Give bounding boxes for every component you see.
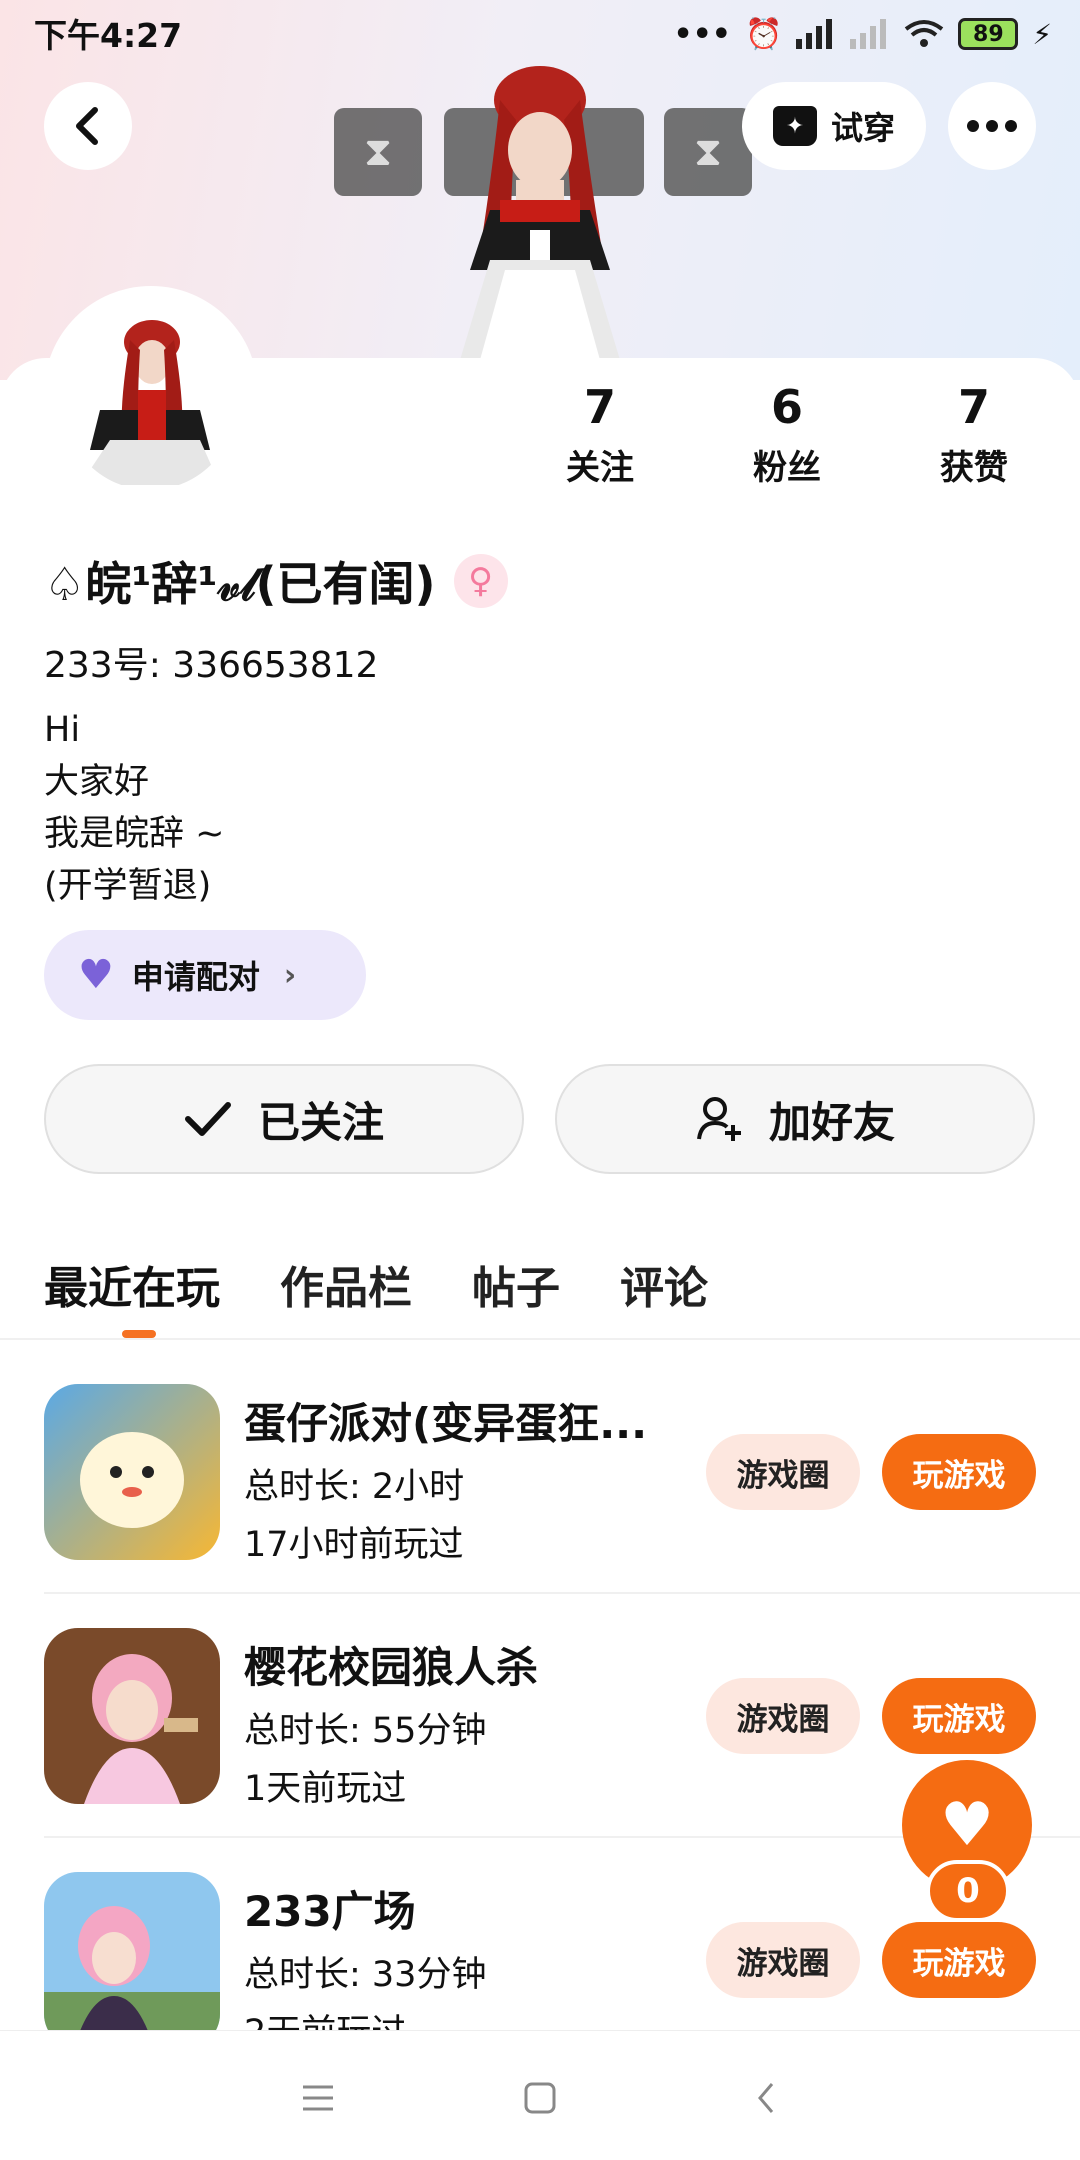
stat-likes-label: 获赞: [940, 448, 1008, 488]
game-duration: 总时长: 33分钟: [244, 1955, 487, 1995]
check-icon: [184, 1102, 231, 1136]
play-game-button[interactable]: 玩游戏: [882, 1434, 1036, 1510]
stat-followers-label: 粉丝: [753, 448, 821, 488]
like-count: 0: [926, 1860, 1010, 1922]
divider: [44, 1592, 1080, 1594]
battery-icon: 89: [958, 18, 1019, 50]
back-button[interactable]: [44, 82, 132, 170]
tab-comments[interactable]: 评论: [620, 1252, 708, 1316]
signal-weak-icon: [850, 19, 887, 49]
signal-icon: [796, 19, 833, 49]
bio: Hi 大家好 我是皖辞 ~ (开学暂退): [44, 710, 225, 906]
try-on-label: 试穿: [830, 109, 895, 147]
profile-tabs: 最近在玩 作品栏 帖子 评论: [44, 1252, 708, 1316]
add-friend-button[interactable]: 加好友: [555, 1064, 1035, 1174]
stat-followers-value: 6: [770, 380, 803, 434]
game-icon-233-plaza: [44, 1872, 220, 2030]
tab-works[interactable]: 作品栏: [280, 1252, 412, 1316]
avatar[interactable]: [60, 300, 240, 490]
followed-button[interactable]: 已关注: [44, 1064, 524, 1174]
game-last-played: 17小时前玩过: [244, 1525, 464, 1565]
stat-following-value: 7: [583, 380, 616, 434]
game-circle-button[interactable]: 游戏圈: [706, 1434, 860, 1510]
game-name: 樱花校园狼人杀: [244, 1643, 539, 1692]
divider: [0, 1338, 1080, 1340]
add-user-icon: [696, 1097, 741, 1141]
followed-label: 已关注: [257, 1097, 384, 1147]
battery-level: 89: [973, 21, 1004, 47]
chevron-right-icon: ›: [283, 957, 297, 993]
try-on-button[interactable]: ✦ 试穿: [742, 82, 926, 170]
home-nav-button[interactable]: [510, 2076, 570, 2120]
game-item[interactable]: 蛋仔派对(变异蛋狂... 总时长: 2小时 17小时前玩过 游戏圈 玩游戏: [0, 1384, 1080, 1624]
nickname: ♤皖¹辞¹𝓋𝓁(已有闺) ♀: [44, 548, 508, 614]
more-button[interactable]: [948, 82, 1036, 170]
stat-followers[interactable]: 6 粉丝: [707, 380, 867, 489]
game-name: 蛋仔派对(变异蛋狂...: [244, 1399, 648, 1448]
more-dots-icon: [967, 120, 1017, 132]
heart-icon: ♥: [940, 1790, 994, 1860]
alarm-icon: ⏰: [744, 16, 783, 52]
game-duration: 总时长: 2小时: [244, 1467, 465, 1507]
heart-icon: ♥: [78, 952, 114, 998]
menu-icon: [303, 2085, 333, 2111]
tab-recently-played[interactable]: 最近在玩: [44, 1252, 220, 1316]
game-last-played: 1天前玩过: [244, 1769, 407, 1809]
stat-following[interactable]: 7 关注: [520, 380, 680, 489]
game-last-played: 2天前玩过: [244, 2004, 406, 2030]
tshirt-icon: ✦: [772, 106, 817, 146]
more-dots-status-icon: •••: [673, 16, 731, 52]
game-duration: 总时长: 55分钟: [244, 1711, 487, 1751]
status-time: 下午4:27: [34, 16, 183, 55]
game-icon-eggy-party: [44, 1384, 220, 1560]
game-circle-button[interactable]: 游戏圈: [706, 1922, 860, 1998]
stat-likes-value: 7: [957, 380, 990, 434]
chevron-left-icon: [76, 107, 98, 145]
user-id: 233号: 336653812: [44, 645, 379, 686]
female-icon: ♀: [453, 554, 508, 608]
video-thumb-3[interactable]: ⧗: [664, 108, 752, 196]
game-item[interactable]: 233广场 总时长: 33分钟 2天前玩过 游戏圈 玩游戏: [0, 1872, 1080, 2030]
tab-posts[interactable]: 帖子: [472, 1252, 560, 1316]
stat-likes[interactable]: 7 获赞: [894, 380, 1054, 489]
nickname-text: ♤皖¹辞¹𝓋𝓁(已有闺): [44, 557, 436, 611]
hourglass-icon: ⧗: [363, 129, 393, 175]
request-pair-button[interactable]: ♥ 申请配对 ›: [44, 930, 366, 1020]
play-game-button[interactable]: 玩游戏: [882, 1678, 1036, 1754]
add-friend-label: 加好友: [768, 1097, 895, 1147]
system-nav-bar: [0, 2030, 1080, 2160]
video-thumb-1[interactable]: ⧗: [334, 108, 422, 196]
game-name: 233广场: [244, 1887, 416, 1936]
back-arrow-icon: [758, 2083, 774, 2113]
charging-icon: ⚡: [1032, 17, 1052, 51]
back-nav-button[interactable]: [736, 2076, 796, 2120]
play-game-button[interactable]: 玩游戏: [882, 1922, 1036, 1998]
wifi-icon: [905, 20, 944, 47]
request-pair-label: 申请配对: [131, 958, 260, 996]
status-icons: ••• ⏰ 89 ⚡: [673, 12, 1052, 56]
stat-following-label: 关注: [566, 448, 634, 488]
game-circle-button[interactable]: 游戏圈: [706, 1678, 860, 1754]
menu-nav-button[interactable]: [288, 2076, 348, 2120]
hourglass-icon: ⧗: [693, 129, 723, 175]
game-icon-sakura-school: [44, 1628, 220, 1804]
character-avatar-illustration: [460, 66, 620, 360]
avatar-image: [80, 320, 220, 485]
home-square-icon: [524, 2082, 556, 2114]
active-tab-indicator: [122, 1330, 156, 1338]
